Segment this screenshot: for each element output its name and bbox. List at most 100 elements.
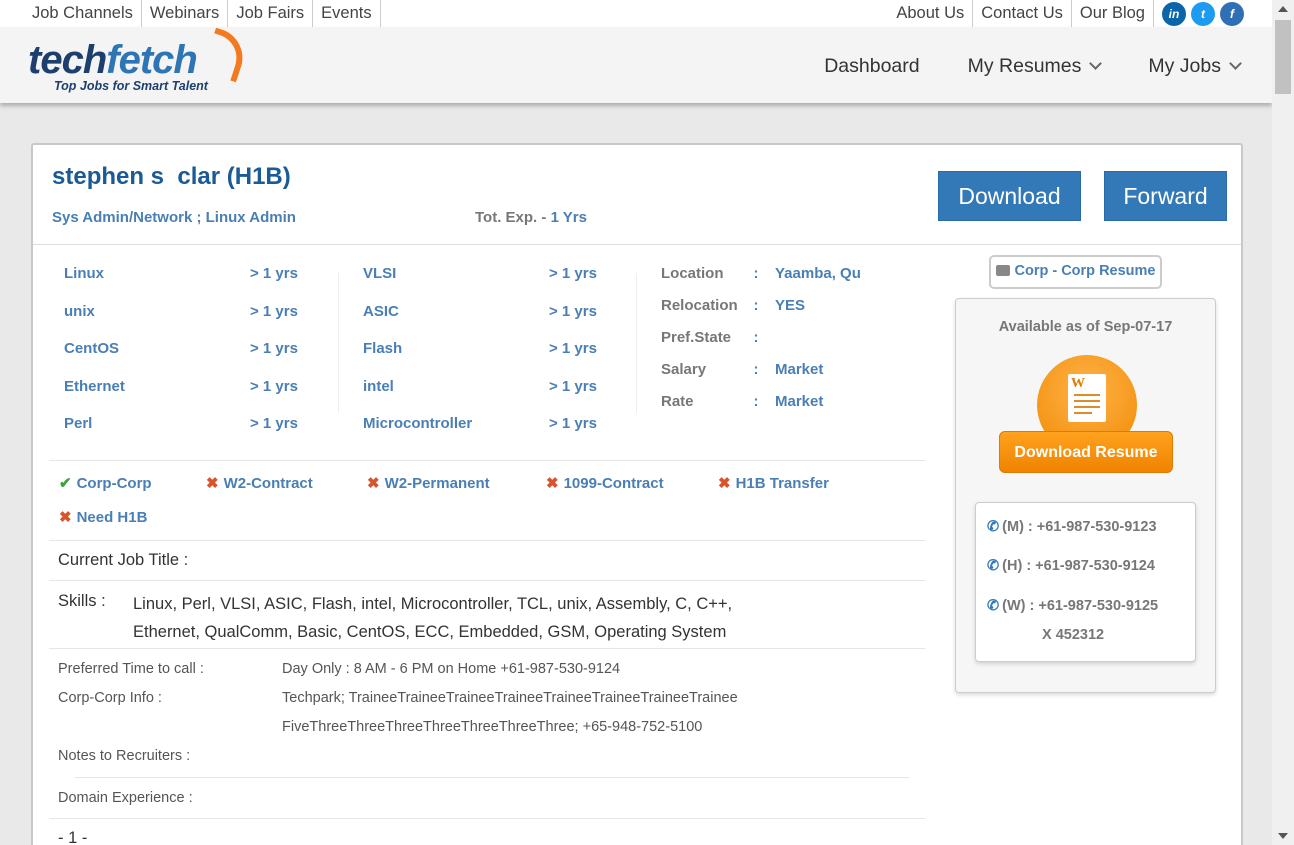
skill-years: > 1 yrs — [549, 265, 597, 282]
skill-years: > 1 yrs — [250, 415, 298, 432]
skill-years: > 1 yrs — [549, 340, 597, 357]
employment-w2-contract: ✖ W2-Contract — [206, 474, 313, 492]
cross-icon: ✖ — [546, 475, 559, 492]
info-row: Salary: Market — [661, 361, 861, 393]
nav-our-blog[interactable]: Our Blog — [1072, 0, 1154, 27]
skill-years: > 1 yrs — [549, 302, 597, 320]
section-divider — [49, 460, 925, 461]
twitter-icon[interactable]: t — [1191, 1, 1215, 26]
doc-line — [1074, 406, 1100, 408]
skills-column-1: Linux > 1 yrs unix > 1 yrs CentOS > 1 yrs E… — [64, 265, 310, 453]
employment-corp-corp: ✔ Corp-Corp — [59, 474, 152, 492]
techfetch-logo[interactable]: techfetch Top Jobs for Smart Talent — [28, 27, 251, 93]
employment-label: H1B Transfer — [735, 475, 829, 492]
nav-my-resumes[interactable]: My Resumes — [968, 55, 1103, 78]
available-date: Available as of Sep-07-17 — [998, 319, 1173, 335]
candidate-info: Location: Yaamba, Qu Relocation: YES Pref.… — [661, 265, 861, 425]
skills-line-2: Ethernet, QualComm, Basic, CentOS, ECC, … — [133, 623, 727, 641]
employment-label: W2-Contract — [223, 475, 313, 492]
info-row: Rate: Market — [661, 393, 861, 425]
section-divider — [49, 648, 925, 649]
scroll-down-arrow-icon[interactable] — [1278, 833, 1288, 839]
employment-label: Need H1B — [76, 509, 148, 526]
scrollbar[interactable] — [1272, 0, 1294, 845]
info-value: Yaamba, Qu — [775, 265, 861, 282]
skill-name: Microcontroller — [363, 415, 473, 432]
word-doc-icon: W — [1068, 374, 1106, 422]
page-marker: - 1 - — [58, 829, 88, 845]
cross-icon: ✖ — [367, 475, 380, 492]
skill-years: > 1 yrs — [250, 265, 298, 282]
section-divider — [49, 580, 925, 581]
info-key: Rate — [661, 393, 694, 410]
phone-icon: ✆ — [987, 519, 1000, 535]
doc-line — [1074, 394, 1100, 396]
phone-mobile[interactable]: ✆ (M) : +61-987-530-9123 — [987, 519, 1157, 535]
logo-fetch: fetch — [106, 38, 198, 82]
corp-info-line-1: Techpark; TraineeTraineeTraineeTraineeTr… — [282, 690, 738, 706]
skill-row: ASIC > 1 yrs — [363, 303, 609, 341]
info-row: Location: Yaamba, Qu — [661, 265, 861, 297]
cross-icon: ✖ — [718, 475, 731, 492]
social-links: in t f — [1154, 0, 1272, 27]
skill-name: Perl — [64, 415, 93, 432]
logo-tech: tech — [28, 38, 107, 82]
skills-list: Linux, Perl, VLSI, ASIC, Flash, intel, M… — [133, 590, 833, 646]
info-key: Pref.State — [661, 329, 732, 346]
phone-home-label: (H) : +61-987-530-9124 — [1002, 558, 1155, 574]
total-experience-value: 1 Yrs — [550, 209, 587, 226]
info-value: Market — [775, 361, 824, 378]
availability-panel: Available as of Sep-07-17 W Download Res… — [955, 298, 1216, 693]
download-resume-button[interactable]: Download Resume — [999, 431, 1173, 473]
nav-job-fairs[interactable]: Job Fairs — [228, 0, 314, 27]
skill-name: ASIC — [363, 302, 399, 320]
skill-name: Ethernet — [64, 377, 125, 395]
skill-row: CentOS > 1 yrs — [64, 340, 310, 378]
scrollbar-thumb[interactable] — [1275, 20, 1291, 94]
notes-to-recruiters-label: Notes to Recruiters : — [58, 748, 191, 764]
skill-name: Flash — [363, 340, 403, 357]
nav-job-channels[interactable]: Job Channels — [24, 0, 142, 27]
skill-name: CentOS — [64, 340, 120, 357]
skill-years: > 1 yrs — [549, 377, 597, 395]
info-row: Relocation: YES — [661, 297, 861, 329]
info-key: Relocation — [661, 297, 737, 314]
skill-years: > 1 yrs — [549, 415, 597, 432]
column-divider — [338, 273, 339, 413]
preferred-time-label: Preferred Time to call : — [58, 661, 204, 677]
column-divider — [636, 273, 637, 413]
phone-numbers-box: ✆ (M) : +61-987-530-9123 ✆ (H) : +61-987-5… — [975, 502, 1196, 662]
info-colon: : — [753, 393, 759, 410]
top-utility-bar: Job Channels Webinars Job Fairs Events A… — [0, 0, 1272, 27]
facebook-icon[interactable]: f — [1220, 1, 1244, 26]
skill-name: unix — [64, 302, 95, 320]
nav-my-jobs[interactable]: My Jobs — [1148, 55, 1242, 78]
chevron-down-icon — [1089, 57, 1103, 70]
employment-label: 1099-Contract — [563, 475, 664, 492]
forward-button[interactable]: Forward — [1104, 171, 1227, 221]
phone-icon: ✆ — [987, 598, 1000, 614]
total-experience: Tot. Exp. - 1 Yrs — [475, 209, 587, 226]
phone-icon: ✆ — [987, 558, 1000, 574]
scroll-up-arrow-icon[interactable] — [1278, 6, 1288, 12]
phone-work[interactable]: ✆ (W) : +61-987-530-9125 — [987, 598, 1158, 614]
employment-w2-permanent: ✖ W2-Permanent — [367, 474, 490, 492]
skill-row: unix > 1 yrs — [64, 303, 310, 341]
nav-dashboard[interactable]: Dashboard — [824, 55, 919, 78]
phone-home[interactable]: ✆ (H) : +61-987-530-9124 — [987, 558, 1155, 574]
employment-need-h1b: ✖ Need H1B — [59, 508, 147, 526]
nav-about-us[interactable]: About Us — [888, 0, 974, 27]
nav-webinars[interactable]: Webinars — [142, 0, 229, 27]
briefcase-icon — [995, 265, 1010, 276]
download-button[interactable]: Download — [938, 171, 1081, 221]
skill-name: Linux — [64, 265, 104, 282]
header-divider — [33, 244, 1241, 245]
nav-events[interactable]: Events — [313, 0, 381, 27]
logo-swoosh-icon — [201, 27, 251, 83]
section-divider — [75, 777, 909, 778]
main-nav: Dashboard My Resumes My Jobs — [776, 55, 1242, 78]
nav-contact-us[interactable]: Contact Us — [973, 0, 1072, 27]
linkedin-icon[interactable]: in — [1162, 1, 1186, 26]
info-colon: : — [753, 361, 759, 378]
corp-corp-resume-tag[interactable]: Corp - Corp Resume — [989, 255, 1162, 289]
